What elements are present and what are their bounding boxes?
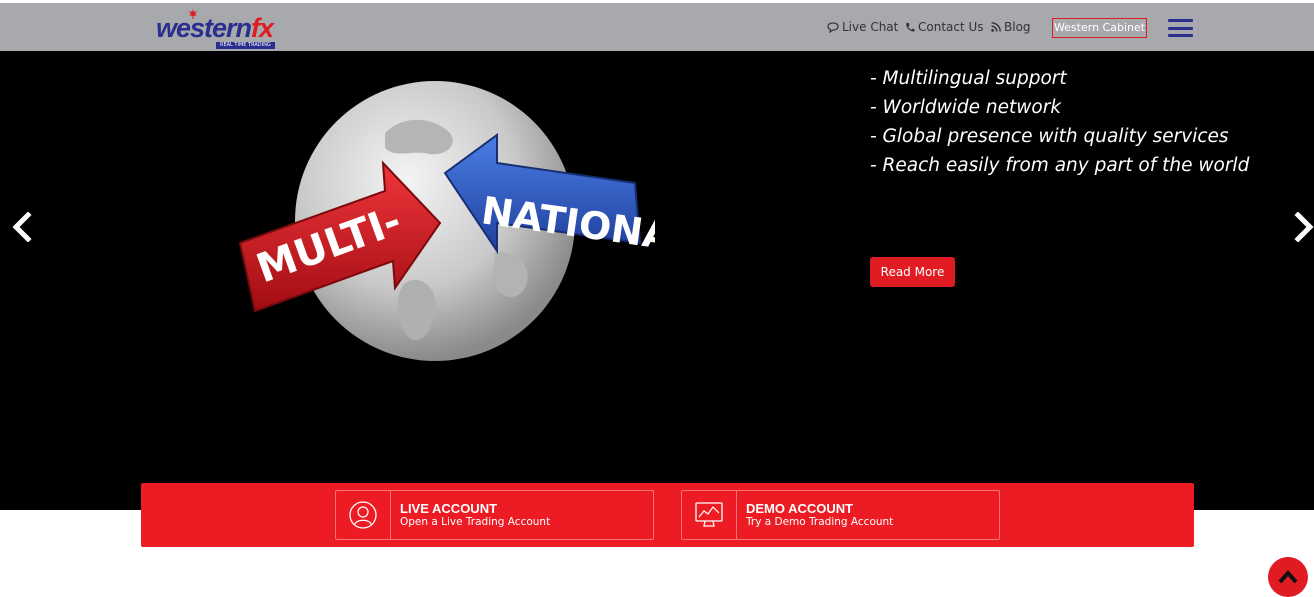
chat-icon (827, 21, 839, 33)
nav-live-chat[interactable]: Live Chat (827, 3, 898, 51)
feature-item: - Worldwide network (870, 97, 1062, 118)
live-account-subtitle: Open a Live Trading Account (400, 516, 551, 528)
chevron-left-icon[interactable] (10, 212, 36, 242)
feature-item: - Multilingual support (870, 68, 1067, 89)
account-options-bar: LIVE ACCOUNT Open a Live Trading Account… (141, 483, 1194, 547)
nav-live-chat-label: Live Chat (842, 20, 899, 34)
feature-item: - Reach easily from any part of the worl… (870, 155, 1250, 176)
multinational-globe-image: MULTI- NATIONAL (238, 81, 655, 361)
hamburger-icon[interactable] (1168, 19, 1193, 37)
logo-wordmark: westernfx (156, 13, 274, 43)
read-more-button[interactable]: Read More (870, 257, 955, 287)
western-cabinet-button[interactable]: Western Cabinet (1052, 18, 1147, 38)
chevron-up-icon (1278, 570, 1298, 584)
chevron-right-icon[interactable] (1290, 212, 1314, 242)
site-header: westernfx REAL TIME TRADING Live Chat Co… (0, 3, 1314, 51)
logo-tagline: REAL TIME TRADING (216, 42, 275, 49)
user-icon (349, 501, 377, 529)
back-to-top-button[interactable] (1268, 557, 1308, 597)
feature-item: - Global presence with quality services (870, 126, 1229, 147)
feature-list: - Multilingual support - Worldwide netwo… (870, 64, 1249, 180)
westernfx-logo[interactable]: westernfx REAL TIME TRADING (152, 9, 292, 49)
live-account-button[interactable]: LIVE ACCOUNT Open a Live Trading Account (335, 490, 654, 540)
nav-blog[interactable]: Blog (991, 3, 1031, 51)
monitor-icon (695, 502, 723, 527)
hero-slider: MULTI- NATIONAL - Multilingual support -… (0, 51, 1314, 510)
nav-contact-us-label: Contact Us (918, 20, 984, 34)
demo-account-subtitle: Try a Demo Trading Account (746, 516, 894, 528)
phone-icon (906, 22, 915, 32)
nav-contact-us[interactable]: Contact Us (905, 3, 984, 51)
demo-account-title: DEMO ACCOUNT (746, 501, 854, 516)
rss-icon (991, 22, 1001, 32)
demo-account-button[interactable]: DEMO ACCOUNT Try a Demo Trading Account (681, 490, 1000, 540)
nav-blog-label: Blog (1004, 20, 1031, 34)
live-account-title: LIVE ACCOUNT (400, 501, 498, 516)
